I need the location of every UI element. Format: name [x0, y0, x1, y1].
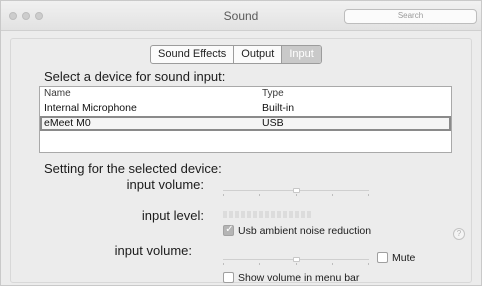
input-level-meter	[223, 211, 311, 218]
device-type: Built-in	[262, 102, 295, 114]
level-segment	[247, 211, 251, 218]
column-header-type[interactable]: Type	[262, 88, 284, 99]
show-volume-menu-bar-label: Show volume in menu bar	[238, 272, 360, 284]
mute-label: Mute	[392, 252, 416, 264]
slider-tick	[296, 263, 297, 265]
level-segment	[253, 211, 257, 218]
slider-tick	[368, 194, 369, 196]
slider-tick	[296, 194, 297, 196]
input-level-label: input level:	[141, 208, 204, 223]
output-volume-label: input volume:	[114, 243, 192, 258]
noise-reduction-label: Usb ambient noise reduction	[238, 225, 372, 237]
tab-input[interactable]: Input	[282, 46, 321, 63]
level-segment	[289, 211, 293, 218]
level-segment	[235, 211, 239, 218]
column-header-name[interactable]: Name	[44, 88, 71, 99]
tab-sound-effects[interactable]: Sound Effects	[151, 46, 235, 63]
input-volume-label: input volume:	[126, 177, 204, 192]
device-type: USB	[262, 117, 284, 129]
tab-bar: Sound Effects Output Input	[150, 45, 322, 64]
checkmark-icon: ✓	[225, 224, 234, 235]
settings-heading: Setting for the selected device:	[44, 161, 222, 176]
slider-knob[interactable]	[293, 188, 300, 193]
slider-tick	[259, 194, 260, 196]
level-segment	[229, 211, 233, 218]
level-segment	[271, 211, 275, 218]
device-select-heading: Select a device for sound input:	[44, 69, 226, 84]
search-placeholder: Search	[397, 11, 424, 20]
device-name: Internal Microphone	[44, 102, 137, 114]
level-segment	[283, 211, 287, 218]
search-input[interactable]: Search	[344, 9, 477, 24]
input-device-table: Name Type Internal Microphone Built-in e…	[39, 86, 452, 153]
slider-tick	[223, 194, 224, 196]
table-row-selected[interactable]: eMeet M0 USB	[40, 116, 451, 131]
noise-reduction-checkbox[interactable]: ✓	[223, 224, 234, 236]
slider-tick	[368, 263, 369, 265]
slider-tick	[332, 194, 333, 196]
slider-tick	[332, 263, 333, 265]
level-segment	[265, 211, 269, 218]
level-segment	[301, 211, 305, 218]
tab-output[interactable]: Output	[234, 46, 283, 63]
level-segment	[223, 211, 227, 218]
level-segment	[241, 211, 245, 218]
table-row[interactable]: Internal Microphone Built-in	[40, 101, 451, 116]
level-segment	[295, 211, 299, 218]
mute-checkbox[interactable]	[377, 252, 388, 263]
level-segment	[307, 211, 311, 218]
slider-tick	[259, 263, 260, 265]
level-segment	[259, 211, 263, 218]
sound-preferences-window: Sound Search Sound Effects Output Input …	[0, 0, 482, 286]
slider-knob[interactable]	[293, 257, 300, 262]
level-segment	[277, 211, 281, 218]
device-name: eMeet M0	[44, 117, 91, 129]
title-bar: Sound Search	[1, 1, 481, 31]
slider-tick	[223, 263, 224, 265]
show-volume-menu-bar-checkbox[interactable]	[223, 272, 234, 283]
help-button[interactable]: ?	[453, 228, 465, 240]
